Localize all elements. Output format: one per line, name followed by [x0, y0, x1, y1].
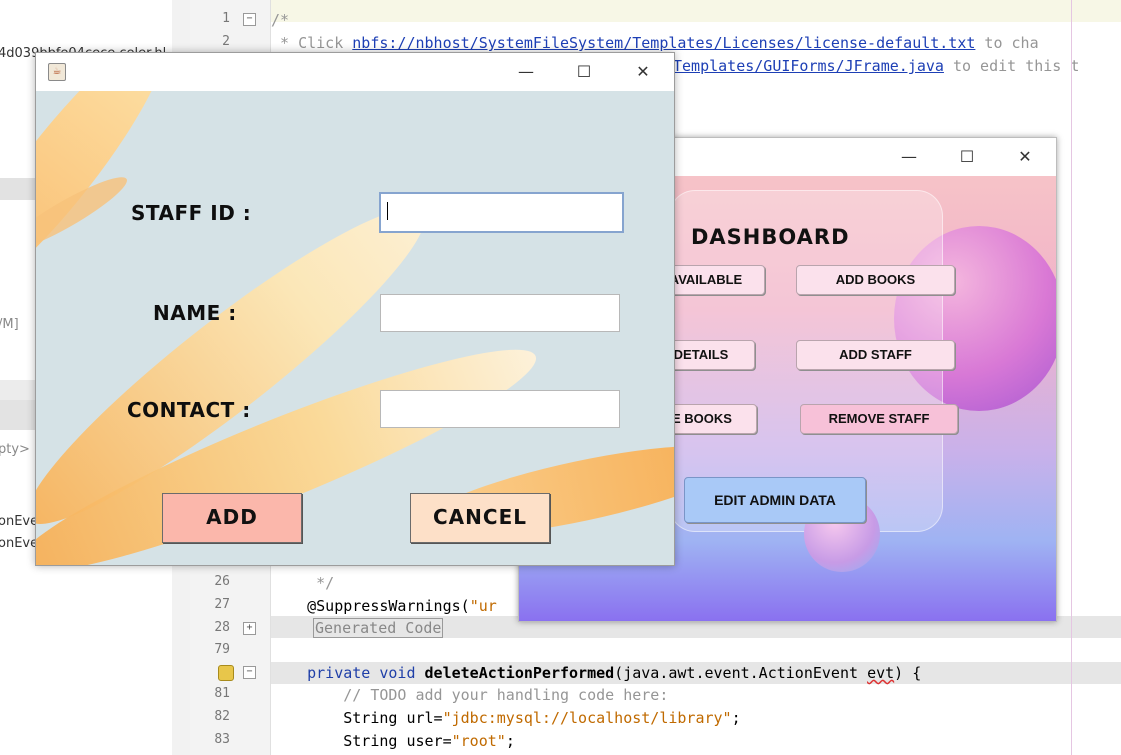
staff-id-label: STAFF ID : — [131, 201, 252, 225]
add-button[interactable]: ADD — [162, 493, 302, 543]
close-icon[interactable]: ✕ — [614, 53, 672, 91]
maximize-icon[interactable]: ☐ — [938, 138, 996, 176]
maximize-icon[interactable]: ☐ — [555, 53, 613, 91]
add-books-button[interactable]: ADD BOOKS — [796, 265, 955, 295]
line-number: 2 — [222, 34, 230, 49]
fold-expand-icon[interactable]: + — [243, 622, 256, 635]
current-line-highlight — [271, 0, 1121, 22]
line-number: 1 — [222, 11, 230, 26]
code-line-27: @SuppressWarnings("ur — [271, 597, 497, 615]
text-cursor — [387, 202, 388, 220]
dialog-content: STAFF ID : NAME : CONTACT : ADD CANCEL — [36, 91, 674, 565]
line-number: 27 — [214, 597, 230, 612]
code-line-81: // TODO add your handling code here: — [271, 686, 669, 704]
warning-bulb-icon[interactable] — [218, 665, 234, 681]
name-field[interactable] — [380, 294, 620, 332]
contact-field[interactable] — [380, 390, 620, 428]
line-number: 81 — [214, 686, 230, 701]
code-line-2: * Click nbfs://nbhost/SystemFileSystem/T… — [271, 34, 1039, 52]
line-number: 79 — [214, 642, 230, 657]
line-number: 26 — [214, 574, 230, 589]
generated-code-fold[interactable]: Generated Code — [313, 618, 444, 638]
line-number: 28 — [214, 620, 230, 635]
bracket-fragment: /M] — [0, 317, 19, 332]
add-staff-button[interactable]: ADD STAFF — [796, 340, 955, 370]
edit-admin-data-button[interactable]: EDIT ADMIN DATA — [684, 477, 866, 523]
cancel-button[interactable]: CANCEL — [410, 493, 550, 543]
code-line-82: String url="jdbc:mysql://localhost/libra… — [271, 709, 741, 727]
line-number: 83 — [214, 732, 230, 747]
minimize-icon[interactable]: — — [880, 138, 938, 176]
minimize-icon[interactable]: — — [497, 53, 555, 91]
remove-staff-button[interactable]: REMOVE STAFF — [800, 404, 958, 434]
java-app-icon: ☕ — [48, 63, 66, 81]
code-line-80: private void deleteActionPerformed(java.… — [271, 664, 922, 682]
code-line-83: String user="root"; — [271, 732, 515, 750]
code-line-1: /* — [271, 11, 290, 29]
right-margin-guide — [1071, 0, 1072, 755]
name-label: NAME : — [153, 301, 237, 325]
empty-fragment: pty> — [0, 442, 30, 457]
code-line-3: Templates/GUIForms/JFrame.java to edit t… — [673, 57, 1080, 75]
contact-label: CONTACT : — [127, 398, 251, 422]
staff-id-field[interactable] — [379, 192, 624, 233]
close-icon[interactable]: ✕ — [996, 138, 1054, 176]
code-line-26: */ — [271, 574, 335, 592]
line-number: 82 — [214, 709, 230, 724]
add-staff-dialog: ☕ — ☐ ✕ STAFF ID : NAME : CONTACT : ADD … — [35, 52, 675, 566]
dialog-titlebar[interactable]: ☕ — ☐ ✕ — [36, 53, 674, 91]
event-fragment[interactable]: onEve — [0, 536, 38, 551]
dashboard-title: DASHBOARD — [691, 225, 850, 249]
fold-collapse-icon[interactable]: − — [243, 666, 256, 679]
event-fragment[interactable]: onEve — [0, 514, 38, 529]
fold-collapse-icon[interactable]: − — [243, 13, 256, 26]
